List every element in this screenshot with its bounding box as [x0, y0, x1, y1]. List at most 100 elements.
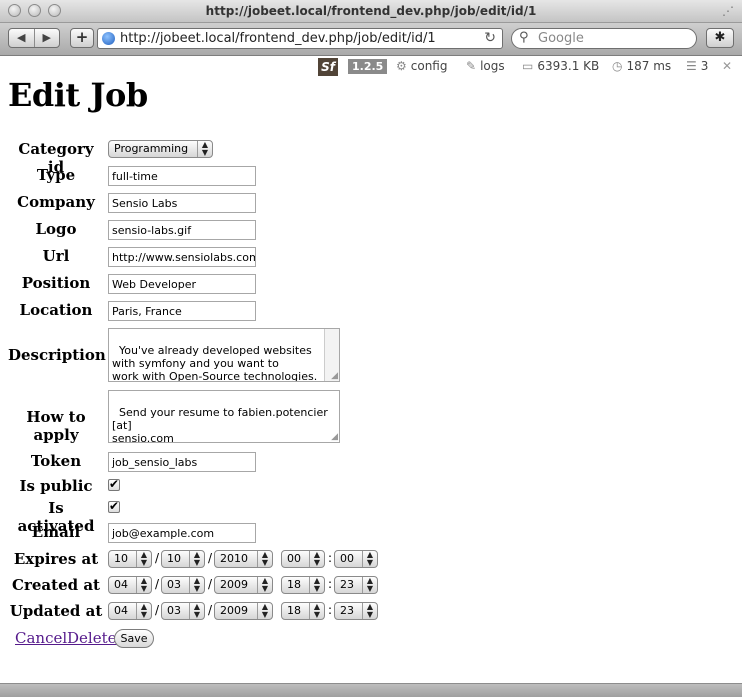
expires-hour-select[interactable]: 00 ▲ ▼	[281, 550, 325, 568]
window-titlebar: http://jobeet.local/frontend_dev.php/job…	[0, 0, 742, 23]
chevron-updown-icon: ▲ ▼	[257, 603, 272, 619]
expires-month-select[interactable]: 10 ▲ ▼	[108, 550, 152, 568]
label-position: Position	[21, 274, 91, 292]
how-to-apply-textarea[interactable]: Send your resume to fabien.potencier [at…	[108, 390, 340, 443]
logs-label: logs	[480, 59, 505, 73]
label-token: Token	[30, 452, 82, 470]
updated-year-value: 2009	[220, 604, 248, 617]
delete-link[interactable]: Delete	[67, 629, 116, 647]
time-indicator[interactable]: ◷ 187 ms	[612, 59, 671, 73]
chevron-updown-icon: ▲ ▼	[309, 577, 324, 593]
expires-day-select[interactable]: 10 ▲ ▼	[161, 550, 205, 568]
chevron-updown-icon: ▲ ▼	[189, 603, 204, 619]
config-link[interactable]: ⚙ config	[396, 59, 448, 73]
created-day-value: 03	[167, 578, 181, 591]
label-created-at: Created at	[12, 576, 100, 594]
reload-icon[interactable]: ↻	[484, 30, 496, 46]
label-description: Description	[8, 346, 106, 364]
label-email: Email	[31, 523, 81, 541]
created-month-value: 04	[114, 578, 128, 591]
memory-indicator[interactable]: ▭ 6393.1 KB	[522, 59, 599, 73]
expires-month-value: 10	[114, 552, 128, 565]
updated-hour-select[interactable]: 18 ▲ ▼	[281, 602, 325, 620]
expires-day-value: 10	[167, 552, 181, 565]
chevron-updown-icon: ▲ ▼	[189, 551, 204, 567]
created-year-select[interactable]: 2009 ▲ ▼	[214, 576, 273, 594]
expires-year-select[interactable]: 2010 ▲ ▼	[214, 550, 273, 568]
category-select[interactable]: Programming ▲ ▼	[108, 140, 213, 158]
email-field[interactable]: job@example.com	[108, 523, 256, 543]
created-minute-select[interactable]: 23 ▲ ▼	[334, 576, 378, 594]
save-button[interactable]: Save	[114, 629, 154, 648]
logs-link[interactable]: ✎ logs	[466, 59, 505, 73]
search-field[interactable]: ⚲ Google	[511, 28, 697, 49]
chevron-updown-icon: ▲ ▼	[257, 577, 272, 593]
created-year-value: 2009	[220, 578, 248, 591]
expires-minute-select[interactable]: 00 ▲ ▼	[334, 550, 378, 568]
label-type: Type	[36, 166, 76, 184]
date-separator: /	[155, 603, 160, 617]
description-text: You've already developed websites with s…	[112, 344, 318, 382]
bug-icon[interactable]: ✱	[706, 28, 734, 48]
time-separator: :	[328, 603, 333, 617]
created-day-select[interactable]: 03 ▲ ▼	[161, 576, 205, 594]
pencil-icon: ✎	[466, 59, 477, 73]
updated-month-select[interactable]: 04 ▲ ▼	[108, 602, 152, 620]
db-query-count: 3	[700, 59, 709, 73]
chevron-updown-icon: ▲ ▼	[136, 603, 151, 619]
address-text: http://jobeet.local/frontend_dev.php/job…	[120, 31, 436, 46]
created-month-select[interactable]: 04 ▲ ▼	[108, 576, 152, 594]
search-icon: ⚲	[519, 30, 529, 45]
chevron-updown-icon: ▲ ▼	[189, 577, 204, 593]
forward-button[interactable]: ▶	[35, 29, 60, 47]
is-activated-checkbox[interactable]: ✔	[108, 500, 120, 513]
location-field[interactable]: Paris, France	[108, 301, 256, 321]
position-field[interactable]: Web Developer	[108, 274, 256, 294]
company-field[interactable]: Sensio Labs	[108, 193, 256, 213]
chevron-updown-icon: ▲ ▼	[136, 577, 151, 593]
add-bookmark-button[interactable]: +	[70, 28, 94, 48]
close-toolbar-icon[interactable]: ✕	[722, 59, 732, 73]
category-selected: Programming	[114, 142, 189, 155]
updated-day-select[interactable]: 03 ▲ ▼	[161, 602, 205, 620]
logo-field[interactable]: sensio-labs.gif	[108, 220, 256, 240]
config-label: config	[410, 59, 448, 73]
chevron-updown-icon: ▲ ▼	[309, 603, 324, 619]
db-indicator[interactable]: ☰ 3	[686, 59, 708, 73]
description-textarea[interactable]: You've already developed websites with s…	[108, 328, 340, 382]
symfony-version-badge: 1.2.5	[348, 59, 388, 74]
status-bar	[0, 683, 742, 697]
symfony-logo-icon[interactable]: Sf	[318, 58, 338, 76]
type-field[interactable]: full-time	[108, 166, 256, 186]
window-title: http://jobeet.local/frontend_dev.php/job…	[205, 4, 537, 18]
updated-minute-value: 23	[340, 604, 354, 617]
created-hour-select[interactable]: 18 ▲ ▼	[281, 576, 325, 594]
updated-minute-select[interactable]: 23 ▲ ▼	[334, 602, 378, 620]
clock-icon: ◷	[612, 59, 623, 73]
expires-minute-value: 00	[340, 552, 354, 565]
resize-grip-icon[interactable]: ◢	[331, 371, 338, 381]
is-public-checkbox[interactable]: ✔	[108, 478, 120, 491]
created-minute-value: 23	[340, 578, 354, 591]
chevron-updown-icon: ▲ ▼	[309, 551, 324, 567]
address-bar[interactable]: http://jobeet.local/frontend_dev.php/job…	[97, 28, 503, 49]
label-how-to-apply: How to apply	[26, 408, 86, 444]
chevron-updown-icon: ▲ ▼	[257, 551, 272, 567]
updated-year-select[interactable]: 2009 ▲ ▼	[214, 602, 273, 620]
date-separator: /	[208, 551, 213, 565]
back-button[interactable]: ◀	[9, 29, 35, 47]
page-title: Edit Job	[8, 76, 148, 114]
expires-year-value: 2010	[220, 552, 248, 565]
gear-icon: ⚙	[396, 59, 407, 73]
url-field[interactable]: http://www.sensiolabs.com	[108, 247, 256, 267]
label-is-public: Is public	[19, 477, 93, 495]
updated-day-value: 03	[167, 604, 181, 617]
cancel-link[interactable]: Cancel	[15, 629, 67, 647]
memory-value: 6393.1 KB	[537, 59, 600, 73]
chevron-updown-icon: ▲ ▼	[362, 551, 377, 567]
symfony-debug-toolbar: Sf 1.2.5 ⚙ config ✎ logs ▭ 6393.1 KB ◷ 187 m…	[316, 56, 742, 78]
resize-grip-icon[interactable]: ◢	[331, 432, 338, 442]
token-field[interactable]: job_sensio_labs	[108, 452, 256, 472]
label-location: Location	[19, 301, 93, 319]
label-updated-at: Updated at	[9, 602, 103, 620]
